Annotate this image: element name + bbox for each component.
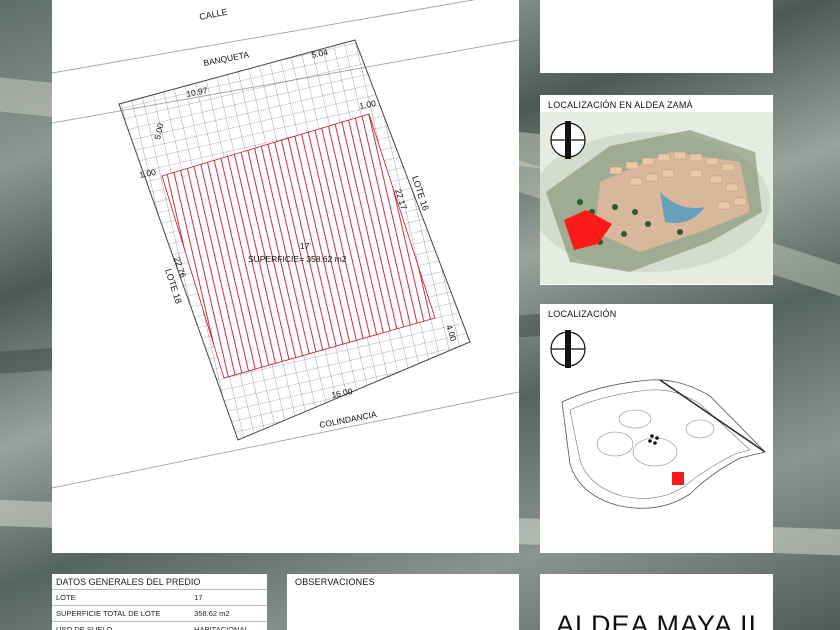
table-row: SUPERFICIE TOTAL DE LOTE 358.62 m2 xyxy=(52,605,267,622)
location-panel: LOCALIZACIÓN xyxy=(540,304,773,553)
subdivision-map xyxy=(561,379,766,509)
row-label: LOTE xyxy=(52,589,191,606)
brand-name: ALDEA MAYA II xyxy=(555,610,758,630)
location-aldea-title: LOCALIZACIÓN EN ALDEA ZAMÁ xyxy=(548,100,693,110)
lot-number: 17 xyxy=(300,241,310,251)
observations-title: OBSERVACIONES xyxy=(295,577,375,587)
north-arrow-icon xyxy=(550,330,586,368)
row-value: 358.62 m2 xyxy=(190,605,267,622)
brand-panel: ALDEA MAYA II xyxy=(540,574,773,630)
sidewalk-label: BANQUETA xyxy=(202,49,250,68)
observations-panel: OBSERVACIONES xyxy=(287,574,519,630)
lot-plan-drawing: CALLE BANQUETA 10.97 5.04 1.00 5.00 1.00… xyxy=(52,0,519,489)
table-row: USO DE SUELO HABITACIONAL xyxy=(52,621,267,630)
row-label: USO DE SUELO xyxy=(52,621,191,630)
lot-plan-panel: CALLE BANQUETA 10.97 5.04 1.00 5.00 1.00… xyxy=(52,0,519,553)
street-label: CALLE xyxy=(198,7,228,22)
north-arrow-icon xyxy=(550,121,586,159)
location-title: LOCALIZACIÓN xyxy=(548,309,617,319)
location-aldea-panel: LOCALIZACIÓN EN ALDEA ZAMÁ xyxy=(540,95,773,285)
location-lot-highlight xyxy=(672,472,684,485)
row-value: 17 xyxy=(190,589,267,606)
general-data-title: DATOS GENERALES DEL PREDIO xyxy=(52,574,267,590)
row-value: HABITACIONAL xyxy=(190,621,267,630)
area-label: SUPERFICIE= 358.62 m2 xyxy=(248,254,347,264)
row-label: SUPERFICIE TOTAL DE LOTE xyxy=(52,605,191,622)
general-data-table: DATOS GENERALES DEL PREDIO LOTE 17 SUPERF… xyxy=(52,574,267,630)
table-row: LOTE 17 xyxy=(52,589,267,606)
general-data-panel: DATOS GENERALES DEL PREDIO LOTE 17 SUPERF… xyxy=(52,574,267,630)
top-right-panel xyxy=(540,0,773,73)
